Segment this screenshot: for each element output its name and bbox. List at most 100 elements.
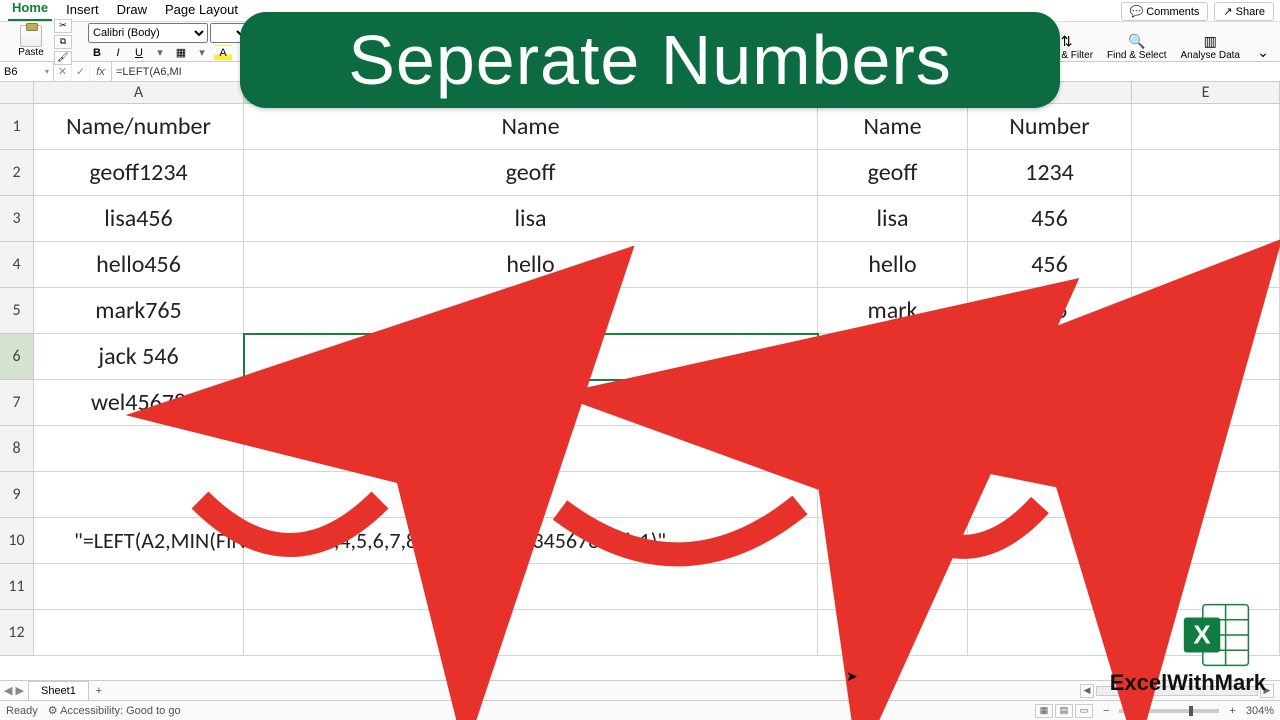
cell-A12[interactable] (34, 610, 244, 656)
cell-B9[interactable] (244, 472, 818, 518)
cell-C10[interactable] (818, 518, 968, 564)
cell-D6[interactable]: 546 (968, 334, 1132, 380)
row-header-12[interactable]: 12 (0, 610, 34, 656)
paste-button[interactable]: Paste (10, 25, 52, 58)
italic-button[interactable]: I (109, 45, 127, 61)
fill-color-button[interactable]: A (214, 45, 232, 61)
cell-C4[interactable]: hello (818, 242, 968, 288)
zoom-slider[interactable] (1119, 709, 1219, 713)
cell-A9[interactable] (34, 472, 244, 518)
cell-B8[interactable] (244, 426, 818, 472)
cell-E4[interactable] (1132, 242, 1280, 288)
underline-chevron-icon[interactable]: ▾ (151, 45, 169, 61)
cell-A4[interactable]: hello456 (34, 242, 244, 288)
sheet-tab-sheet1[interactable]: Sheet1 (28, 681, 89, 700)
cell-E2[interactable] (1132, 150, 1280, 196)
cell-C3[interactable]: lisa (818, 196, 968, 242)
cell-E8[interactable] (1132, 426, 1280, 472)
cell-A5[interactable]: mark765 (34, 288, 244, 334)
cell-D5[interactable]: 765 (968, 288, 1132, 334)
bold-button[interactable]: B (88, 45, 106, 61)
comments-button[interactable]: 💬Comments (1121, 2, 1209, 21)
cell-B1[interactable]: Name (244, 104, 818, 150)
row-header-5[interactable]: 5 (0, 288, 34, 334)
cell-C2[interactable]: geoff (818, 150, 968, 196)
cell-E1[interactable] (1132, 104, 1280, 150)
row-header-3[interactable]: 3 (0, 196, 34, 242)
cell-B4[interactable]: hello (244, 242, 818, 288)
cell-B7[interactable]: wel (244, 380, 818, 426)
cell-A11[interactable] (34, 564, 244, 610)
cell-A10[interactable]: "=LEFT(A2,MIN(FIND({0,1,2,3,4,5,6,7,8,9}… (34, 518, 244, 564)
zoom-out-button[interactable]: − (1103, 705, 1109, 717)
row-header-2[interactable]: 2 (0, 150, 34, 196)
cell-A8[interactable] (34, 426, 244, 472)
cell-A6[interactable]: jack 546 (34, 334, 244, 380)
underline-button[interactable]: U (130, 45, 148, 61)
cell-D9[interactable] (968, 472, 1132, 518)
cell-A2[interactable]: geoff1234 (34, 150, 244, 196)
sheet-nav[interactable]: ◀ ▶ (0, 681, 28, 700)
cell-B2[interactable]: geoff (244, 150, 818, 196)
tab-home[interactable]: Home (8, 0, 52, 21)
name-box[interactable]: B6▾ (0, 62, 54, 81)
cell-E3[interactable] (1132, 196, 1280, 242)
border-button[interactable]: ▦ (172, 45, 190, 61)
cell-D2[interactable]: 1234 (968, 150, 1132, 196)
share-button[interactable]: ↗Share (1214, 2, 1274, 21)
cell-C11[interactable] (818, 564, 968, 610)
row-header-1[interactable]: 1 (0, 104, 34, 150)
row-header-11[interactable]: 11 (0, 564, 34, 610)
cell-C12[interactable] (818, 610, 968, 656)
cell-C6[interactable]: jack (818, 334, 968, 380)
cut-button[interactable]: ✂ (54, 19, 72, 33)
cell-B6[interactable]: jack (244, 334, 818, 380)
tab-page-layout[interactable]: Page Layout (161, 0, 242, 21)
cell-C1[interactable]: Name (818, 104, 968, 150)
analyse-data-button[interactable]: ▥Analyse Data (1179, 32, 1242, 61)
tab-draw[interactable]: Draw (113, 0, 151, 21)
view-buttons[interactable]: ▦▤▭ (1035, 704, 1093, 718)
cell-E9[interactable] (1132, 472, 1280, 518)
cell-D4[interactable]: 456 (968, 242, 1132, 288)
cell-C7[interactable]: wel (818, 380, 968, 426)
cell-C9[interactable] (818, 472, 968, 518)
cell-A3[interactable]: lisa456 (34, 196, 244, 242)
col-header-A[interactable]: A (34, 82, 244, 103)
cell-B11[interactable] (244, 564, 818, 610)
cell-C8[interactable] (818, 426, 968, 472)
zoom-level[interactable]: 304% (1246, 705, 1274, 717)
format-painter-button[interactable]: 🖌 (54, 51, 72, 65)
row-header-4[interactable]: 4 (0, 242, 34, 288)
accessibility-status[interactable]: ⚙ Accessibility: Good to go (48, 704, 181, 717)
ribbon-chevron-icon[interactable]: ⌄ (1252, 43, 1274, 61)
row-header-8[interactable]: 8 (0, 426, 34, 472)
fx-button[interactable]: fx (90, 62, 112, 81)
cell-D3[interactable]: 456 (968, 196, 1132, 242)
cell-B3[interactable]: lisa (244, 196, 818, 242)
row-header-9[interactable]: 9 (0, 472, 34, 518)
cell-D12[interactable] (968, 610, 1132, 656)
cell-E10[interactable] (1132, 518, 1280, 564)
zoom-in-button[interactable]: + (1229, 705, 1235, 717)
cell-D1[interactable]: Number (968, 104, 1132, 150)
cancel-formula-button[interactable]: ✕ (54, 62, 72, 81)
font-name-select[interactable]: Calibri (Body) (88, 23, 208, 43)
cell-E6[interactable] (1132, 334, 1280, 380)
add-sheet-button[interactable]: + (89, 681, 109, 700)
find-select-button[interactable]: 🔍Find & Select (1105, 32, 1168, 61)
accept-formula-button[interactable]: ✓ (72, 62, 90, 81)
cell-B12[interactable] (244, 610, 818, 656)
row-header-7[interactable]: 7 (0, 380, 34, 426)
select-all-corner[interactable] (0, 82, 34, 103)
cell-D10[interactable] (968, 518, 1132, 564)
row-header-6[interactable]: 6 (0, 334, 34, 380)
cell-D11[interactable] (968, 564, 1132, 610)
cell-D8[interactable] (968, 426, 1132, 472)
cell-A7[interactable]: wel45678 (34, 380, 244, 426)
copy-button[interactable]: ⧉ (54, 35, 72, 49)
row-header-10[interactable]: 10 (0, 518, 34, 564)
cell-A1[interactable]: Name/number (34, 104, 244, 150)
cell-B5[interactable]: mark (244, 288, 818, 334)
cell-E7[interactable] (1132, 380, 1280, 426)
